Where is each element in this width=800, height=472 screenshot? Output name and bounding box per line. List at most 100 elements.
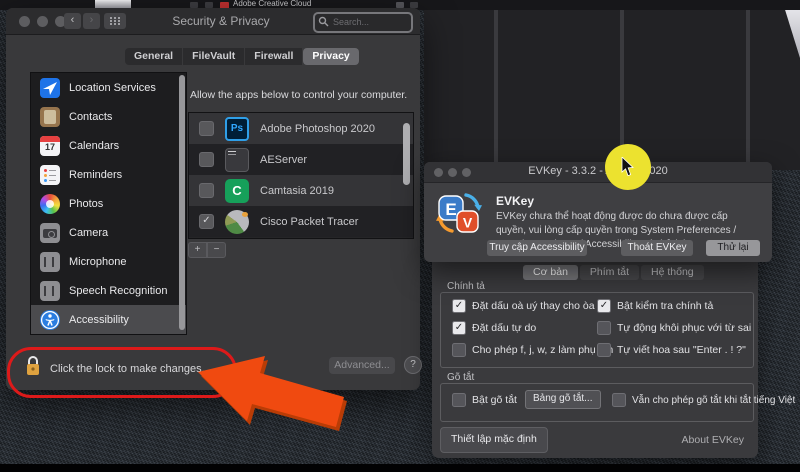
adobe-cc-background-window [424, 0, 800, 170]
accessibility-app-list: Ps Adobe Photoshop 2020 AEServer C Camta… [188, 112, 414, 239]
evkey-logo-icon: E V [436, 190, 482, 241]
checkbox-icon[interactable] [452, 343, 466, 357]
sidebar-item-calendars[interactable]: 17 Calendars [31, 131, 186, 160]
app-checkbox[interactable] [199, 183, 214, 198]
retry-button[interactable]: Thử lại [706, 240, 760, 256]
evkey-alert-dialog: EVKey - 3.3.2 - Aug 21 2020 E V EVKey EV… [424, 162, 772, 262]
svg-text:E: E [445, 200, 456, 219]
add-remove-controls: + − [188, 242, 226, 258]
app-row-photoshop[interactable]: Ps Adobe Photoshop 2020 [189, 113, 413, 144]
title-bar: ‹ › Security & Privacy [6, 8, 420, 35]
app-row-camtasia[interactable]: C Camtasia 2019 [189, 175, 413, 206]
checkbox-icon[interactable]: ✓ [452, 299, 466, 313]
mouse-cursor-icon [621, 157, 635, 177]
screenshot-root: Adobe Creative Cloud ‹ › Security [0, 0, 800, 472]
remove-app-button[interactable]: − [207, 242, 226, 258]
shortcut-section-title: Gõ tắt [447, 372, 474, 383]
tab-he-thong[interactable]: Hệ thống [641, 265, 704, 280]
quit-evkey-button[interactable]: Thoát EVKey [621, 240, 693, 256]
sidebar-item-contacts[interactable]: Contacts [31, 102, 186, 131]
reminders-list-icon [40, 165, 60, 185]
sidebar-item-speech-recognition[interactable]: Speech Recognition [31, 276, 186, 305]
search-icon [318, 16, 329, 27]
sidebar-scrollbar[interactable] [179, 75, 185, 330]
checkbox-auto-capitalize[interactable]: Tự viết hoa sau "Enter . ! ?" [597, 343, 746, 357]
app-row-aeserver[interactable]: AEServer [189, 144, 413, 175]
sidebar-item-location-services[interactable]: Location Services [31, 73, 186, 102]
reset-defaults-button[interactable]: Thiết lập mặc định [440, 427, 548, 453]
sidebar-item-camera[interactable]: Camera [31, 218, 186, 247]
checkbox-free-tone[interactable]: ✓ Đặt dấu tự do [452, 321, 536, 335]
packet-tracer-icon [225, 210, 249, 234]
checkbox-icon[interactable]: ✓ [452, 321, 466, 335]
forward-button[interactable]: › [83, 13, 100, 29]
close-window-icon[interactable] [19, 16, 30, 27]
checkbox-spell-check[interactable]: ✓ Bật kiểm tra chính tả [597, 299, 713, 313]
accessibility-figure-icon [40, 310, 60, 330]
tab-co-ban[interactable]: Cơ bản [523, 265, 578, 280]
checkbox-icon[interactable] [612, 393, 626, 407]
sidebar-item-microphone[interactable]: Microphone [31, 247, 186, 276]
checkbox-fjwz-consonant[interactable]: Cho phép f, j, w, z làm phụ âm [452, 343, 613, 357]
about-evkey-link[interactable]: About EVKey [682, 434, 744, 446]
open-accessibility-button[interactable]: Truy cập Accessibility [487, 240, 587, 256]
sidebar-item-reminders[interactable]: Reminders [31, 160, 186, 189]
tab-privacy[interactable]: Privacy [303, 48, 358, 65]
app-checkbox[interactable] [199, 152, 214, 167]
photos-pinwheel-icon [40, 194, 60, 214]
checkbox-icon[interactable]: ✓ [597, 299, 611, 313]
show-all-preferences-icon[interactable] [104, 13, 126, 29]
svg-text:V: V [463, 215, 473, 231]
sidebar-item-accessibility[interactable]: Accessibility [31, 305, 186, 334]
app-checkbox[interactable] [199, 121, 214, 136]
spelling-section-title: Chính tả [447, 281, 485, 292]
app-checkbox-checked[interactable]: ✓ [199, 214, 214, 229]
cursor-highlight-halo [605, 144, 651, 190]
checkbox-icon[interactable] [597, 321, 611, 335]
alert-title-bar: EVKey - 3.3.2 - Aug 21 2020 [424, 162, 772, 183]
panel-heading: Allow the apps below to control your com… [190, 89, 416, 101]
alert-title: EVKey - 3.3.2 - Aug 21 2020 [424, 165, 772, 177]
help-button[interactable]: ? [404, 356, 422, 374]
checkbox-icon[interactable] [452, 393, 466, 407]
speech-waveform-icon [40, 281, 60, 301]
sidebar-item-photos[interactable]: Photos [31, 189, 186, 218]
camtasia-icon: C [225, 179, 249, 203]
checkbox-shortcuts-when-off[interactable]: Vẫn cho phép gõ tắt khi tắt tiếng Việt [612, 393, 795, 407]
minimize-window-icon[interactable] [37, 16, 48, 27]
security-privacy-window: ‹ › Security & Privacy General F [6, 8, 420, 390]
tab-general[interactable]: General [125, 48, 182, 65]
back-button[interactable]: ‹ [64, 13, 81, 29]
shortcut-table-button[interactable]: Bảng gõ tắt... [525, 390, 601, 409]
checkbox-icon[interactable] [597, 343, 611, 357]
tab-filevault[interactable]: FileVault [183, 48, 244, 65]
checkbox-auto-restore[interactable]: Tự động khôi phục với từ sai [597, 321, 751, 335]
location-arrow-icon [40, 78, 60, 98]
column-divider [746, 0, 750, 170]
tab-firewall[interactable]: Firewall [245, 48, 302, 65]
search-field[interactable] [313, 12, 413, 33]
security-tab-bar: General FileVault Firewall Privacy [125, 48, 359, 65]
column-divider [494, 0, 498, 170]
contacts-book-icon [40, 107, 60, 127]
tab-phim-tat[interactable]: Phím tắt [580, 265, 639, 280]
microphone-icon [40, 252, 60, 272]
add-app-button[interactable]: + [188, 242, 207, 258]
window-title: Security & Privacy [146, 14, 296, 28]
app-list-scrollbar[interactable] [403, 123, 410, 185]
aeserver-icon [225, 148, 249, 172]
photoshop-icon: Ps [225, 117, 249, 141]
evkey-tab-bar: Cơ bản Phím tắt Hệ thống [523, 265, 704, 280]
evkey-settings-window: Cơ bản Phím tắt Hệ thống Chính tả ✓ Đặt … [432, 262, 758, 458]
background-window-sliver [95, 0, 131, 8]
app-row-packet-tracer[interactable]: ✓ Cisco Packet Tracer [189, 206, 413, 237]
annotation-arrow [190, 342, 350, 432]
letterbox-bar [0, 464, 800, 472]
calendar-icon: 17 [40, 136, 60, 156]
camera-icon [40, 223, 60, 243]
checkbox-tone-placement[interactable]: ✓ Đặt dấu oà uý thay cho òa úy [452, 299, 609, 313]
privacy-sidebar: Location Services Contacts 17 Calendars … [30, 72, 187, 335]
checkbox-enable-shortcuts[interactable]: Bật gõ tắt [452, 393, 517, 407]
alert-heading: EVKey [496, 194, 534, 208]
search-input[interactable] [331, 14, 409, 29]
